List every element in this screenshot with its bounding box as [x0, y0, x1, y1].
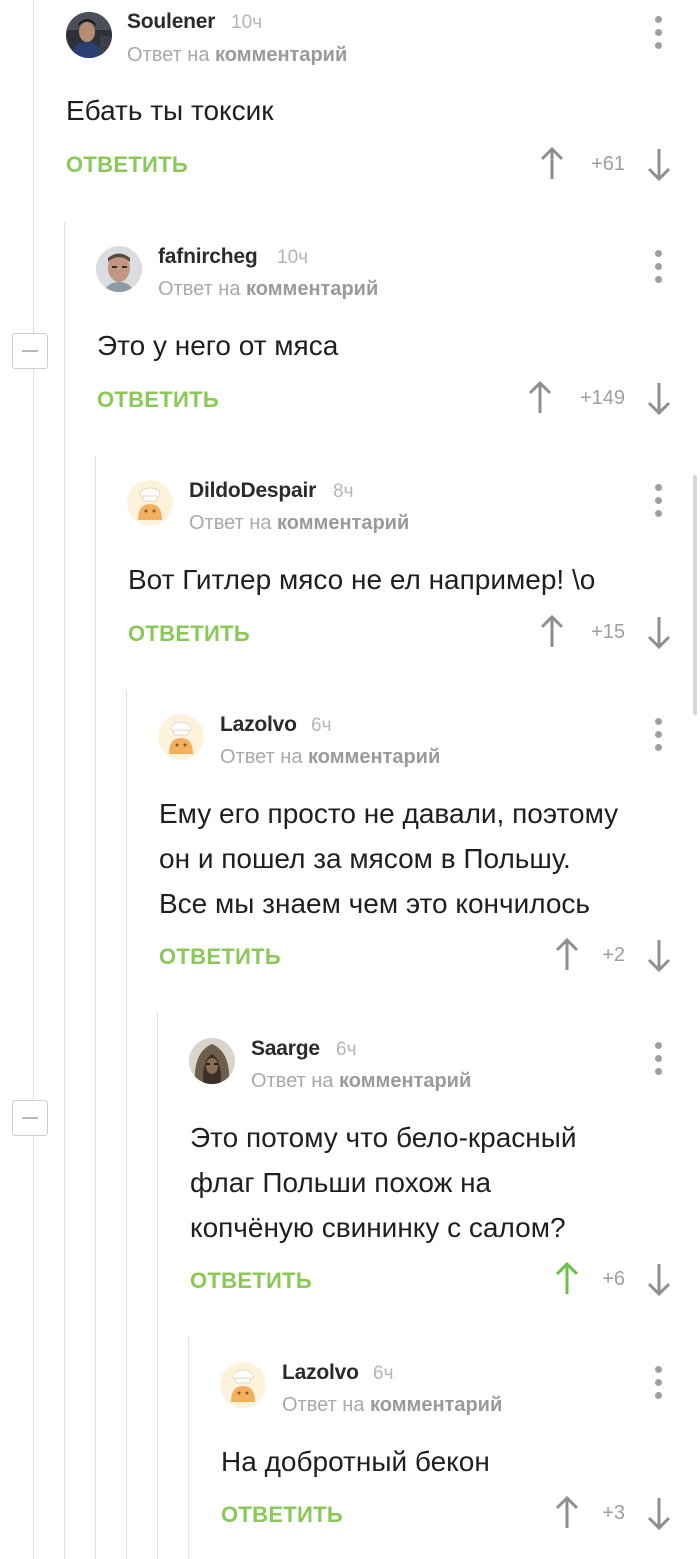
thread-line: [188, 1337, 189, 1559]
score: +6: [602, 1268, 625, 1290]
thread-line: [64, 222, 65, 1559]
collapse-thread-button[interactable]: [12, 1100, 48, 1136]
downvote-icon[interactable]: [645, 615, 673, 649]
score: +2: [602, 944, 625, 966]
timestamp: 6ч: [373, 1363, 394, 1384]
timestamp: 6ч: [311, 715, 332, 736]
score: +61: [591, 153, 625, 175]
username[interactable]: Lazolvo: [282, 1361, 359, 1385]
upvote-icon[interactable]: [526, 381, 554, 415]
more-options-icon[interactable]: [652, 250, 666, 284]
timestamp: 10ч: [277, 247, 309, 268]
downvote-icon[interactable]: [645, 381, 673, 415]
reply-to-link[interactable]: Ответ на комментарий: [127, 44, 347, 67]
comment-text: Это потому что бело-красный флаг Польши …: [190, 1122, 577, 1243]
score: +15: [591, 621, 625, 643]
timestamp: 10ч: [231, 12, 263, 33]
reply-to-link[interactable]: Ответ на комментарий: [158, 278, 378, 301]
scrollbar-thumb[interactable]: [693, 475, 697, 715]
username[interactable]: Lazolvo: [220, 713, 297, 737]
avatar[interactable]: [96, 246, 142, 292]
downvote-icon[interactable]: [645, 1262, 673, 1296]
thread-line: [157, 1013, 158, 1559]
score: +3: [602, 1502, 625, 1524]
username[interactable]: Saarge: [251, 1037, 320, 1061]
more-options-icon[interactable]: [652, 1366, 666, 1400]
comment-text: Это у него от мяса: [97, 330, 339, 361]
reply-button[interactable]: ОТВЕТИТЬ: [66, 152, 188, 178]
avatar[interactable]: [127, 480, 173, 526]
downvote-icon[interactable]: [645, 147, 673, 181]
downvote-icon[interactable]: [645, 1496, 673, 1530]
reply-to-link[interactable]: Ответ на комментарий: [220, 746, 440, 769]
upvote-icon[interactable]: [538, 147, 566, 181]
reply-button[interactable]: ОТВЕТИТЬ: [221, 1502, 343, 1528]
collapse-thread-button[interactable]: [12, 333, 48, 369]
reply-button[interactable]: ОТВЕТИТЬ: [97, 387, 219, 413]
avatar[interactable]: [189, 1038, 235, 1084]
more-options-icon[interactable]: [652, 16, 666, 50]
reply-button[interactable]: ОТВЕТИТЬ: [159, 944, 281, 970]
reply-button[interactable]: ОТВЕТИТЬ: [128, 621, 250, 647]
more-options-icon[interactable]: [652, 484, 666, 518]
comment-text: Вот Гитлер мясо не ел например! \o: [128, 564, 596, 595]
upvote-icon[interactable]: [538, 615, 566, 649]
thread-line: [95, 456, 96, 1559]
avatar[interactable]: [66, 12, 112, 58]
avatar[interactable]: [220, 1362, 266, 1408]
thread-line: [33, 0, 34, 1559]
reply-button[interactable]: ОТВЕТИТЬ: [190, 1268, 312, 1294]
reply-to-link[interactable]: Ответ на комментарий: [189, 512, 409, 535]
downvote-icon[interactable]: [645, 938, 673, 972]
reply-to-link[interactable]: Ответ на комментарий: [282, 1394, 502, 1417]
username[interactable]: Soulener: [127, 10, 215, 34]
reply-to-link[interactable]: Ответ на комментарий: [251, 1070, 471, 1093]
comment-text: На добротный бекон: [221, 1446, 490, 1477]
more-options-icon[interactable]: [652, 718, 666, 752]
username[interactable]: fafnircheg: [158, 245, 258, 269]
thread-line: [126, 690, 127, 1559]
comment-text: Ебать ты токсик: [66, 95, 274, 126]
timestamp: 8ч: [333, 481, 354, 502]
timestamp: 6ч: [336, 1039, 357, 1060]
comment-text: Ему его просто не давали, поэтому он и п…: [159, 798, 619, 919]
avatar[interactable]: [158, 714, 204, 760]
score: +149: [579, 387, 625, 409]
more-options-icon[interactable]: [652, 1042, 666, 1076]
username[interactable]: DildoDespair: [189, 479, 316, 503]
